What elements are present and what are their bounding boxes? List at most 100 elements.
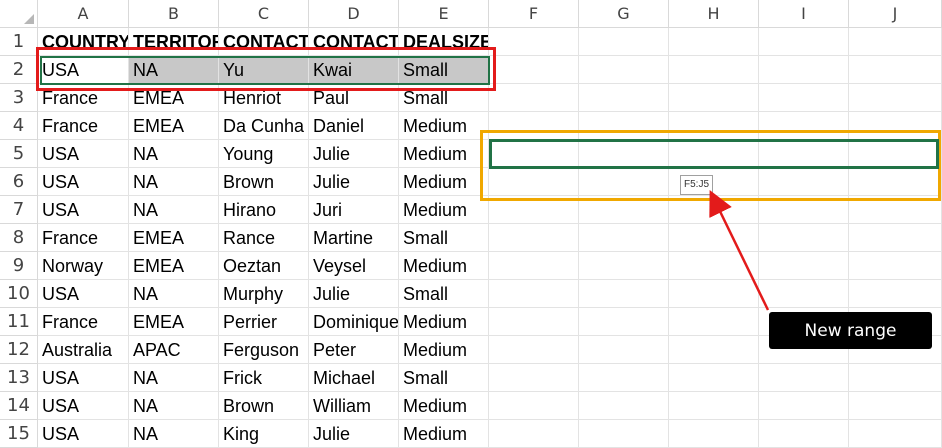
- cell-d13[interactable]: Michael: [309, 364, 399, 392]
- row-header-5[interactable]: 5: [0, 140, 38, 168]
- cell-e6[interactable]: Medium: [399, 168, 489, 196]
- column-header-f[interactable]: F: [489, 0, 579, 28]
- cell-g2[interactable]: [579, 56, 669, 84]
- cell-g1[interactable]: [579, 28, 669, 56]
- cell-c5[interactable]: Young: [219, 140, 309, 168]
- cell-e15[interactable]: Medium: [399, 420, 489, 448]
- cell-i1[interactable]: [759, 28, 849, 56]
- cell-i3[interactable]: [759, 84, 849, 112]
- cell-h1[interactable]: [669, 28, 759, 56]
- cell-j13[interactable]: [849, 364, 942, 392]
- column-header-g[interactable]: G: [579, 0, 669, 28]
- cell-f12[interactable]: [489, 336, 579, 364]
- row-header-15[interactable]: 15: [0, 420, 38, 448]
- cell-e9[interactable]: Medium: [399, 252, 489, 280]
- selected-range-f5-j5[interactable]: [489, 139, 939, 169]
- cell-d6[interactable]: Julie: [309, 168, 399, 196]
- cell-c15[interactable]: King: [219, 420, 309, 448]
- cell-c9[interactable]: Oeztan: [219, 252, 309, 280]
- row-header-1[interactable]: 1: [0, 28, 38, 56]
- cell-g11[interactable]: [579, 308, 669, 336]
- cell-e8[interactable]: Small: [399, 224, 489, 252]
- column-header-e[interactable]: E: [399, 0, 489, 28]
- row-header-8[interactable]: 8: [0, 224, 38, 252]
- cell-a5[interactable]: USA: [38, 140, 129, 168]
- cell-e14[interactable]: Medium: [399, 392, 489, 420]
- cell-f11[interactable]: [489, 308, 579, 336]
- cell-b9[interactable]: EMEA: [129, 252, 219, 280]
- cell-h12[interactable]: [669, 336, 759, 364]
- cell-a4[interactable]: France: [38, 112, 129, 140]
- row-header-12[interactable]: 12: [0, 336, 38, 364]
- cell-e11[interactable]: Medium: [399, 308, 489, 336]
- cell-h9[interactable]: [669, 252, 759, 280]
- cell-f2[interactable]: [489, 56, 579, 84]
- cell-f13[interactable]: [489, 364, 579, 392]
- cell-a12[interactable]: Australia: [38, 336, 129, 364]
- cell-c7[interactable]: Hirano: [219, 196, 309, 224]
- row-header-2[interactable]: 2: [0, 56, 38, 84]
- cell-e7[interactable]: Medium: [399, 196, 489, 224]
- column-header-c[interactable]: C: [219, 0, 309, 28]
- cell-i14[interactable]: [759, 392, 849, 420]
- row-header-6[interactable]: 6: [0, 168, 38, 196]
- cell-j14[interactable]: [849, 392, 942, 420]
- cell-g14[interactable]: [579, 392, 669, 420]
- row-header-4[interactable]: 4: [0, 112, 38, 140]
- cell-c12[interactable]: Ferguson: [219, 336, 309, 364]
- cell-d8[interactable]: Martine: [309, 224, 399, 252]
- cell-b4[interactable]: EMEA: [129, 112, 219, 140]
- row-header-13[interactable]: 13: [0, 364, 38, 392]
- cell-b15[interactable]: NA: [129, 420, 219, 448]
- cell-f1[interactable]: [489, 28, 579, 56]
- cell-a7[interactable]: USA: [38, 196, 129, 224]
- cell-i8[interactable]: [759, 224, 849, 252]
- cell-f3[interactable]: [489, 84, 579, 112]
- cell-e10[interactable]: Small: [399, 280, 489, 308]
- cell-j3[interactable]: [849, 84, 942, 112]
- cell-a10[interactable]: USA: [38, 280, 129, 308]
- cell-c13[interactable]: Frick: [219, 364, 309, 392]
- row-header-3[interactable]: 3: [0, 84, 38, 112]
- cell-g15[interactable]: [579, 420, 669, 448]
- cell-i15[interactable]: [759, 420, 849, 448]
- cell-b5[interactable]: NA: [129, 140, 219, 168]
- cell-f14[interactable]: [489, 392, 579, 420]
- cell-f10[interactable]: [489, 280, 579, 308]
- cell-j1[interactable]: [849, 28, 942, 56]
- cell-d9[interactable]: Veysel: [309, 252, 399, 280]
- column-header-b[interactable]: B: [129, 0, 219, 28]
- cell-h13[interactable]: [669, 364, 759, 392]
- cell-b13[interactable]: NA: [129, 364, 219, 392]
- cell-a8[interactable]: France: [38, 224, 129, 252]
- cell-b8[interactable]: EMEA: [129, 224, 219, 252]
- row-header-7[interactable]: 7: [0, 196, 38, 224]
- cell-h3[interactable]: [669, 84, 759, 112]
- cell-e4[interactable]: Medium: [399, 112, 489, 140]
- cell-h11[interactable]: [669, 308, 759, 336]
- cell-j15[interactable]: [849, 420, 942, 448]
- cell-b12[interactable]: APAC: [129, 336, 219, 364]
- cell-b14[interactable]: NA: [129, 392, 219, 420]
- cell-b11[interactable]: EMEA: [129, 308, 219, 336]
- cell-e12[interactable]: Medium: [399, 336, 489, 364]
- cell-f15[interactable]: [489, 420, 579, 448]
- cell-g12[interactable]: [579, 336, 669, 364]
- cell-g8[interactable]: [579, 224, 669, 252]
- cell-e5[interactable]: Medium: [399, 140, 489, 168]
- cell-d12[interactable]: Peter: [309, 336, 399, 364]
- cell-j2[interactable]: [849, 56, 942, 84]
- cell-f9[interactable]: [489, 252, 579, 280]
- cell-h10[interactable]: [669, 280, 759, 308]
- cell-i10[interactable]: [759, 280, 849, 308]
- row-header-14[interactable]: 14: [0, 392, 38, 420]
- cell-b6[interactable]: NA: [129, 168, 219, 196]
- cell-a11[interactable]: France: [38, 308, 129, 336]
- cell-j8[interactable]: [849, 224, 942, 252]
- cell-a6[interactable]: USA: [38, 168, 129, 196]
- cell-a14[interactable]: USA: [38, 392, 129, 420]
- cell-d7[interactable]: Juri: [309, 196, 399, 224]
- cell-g10[interactable]: [579, 280, 669, 308]
- cell-c11[interactable]: Perrier: [219, 308, 309, 336]
- cell-j10[interactable]: [849, 280, 942, 308]
